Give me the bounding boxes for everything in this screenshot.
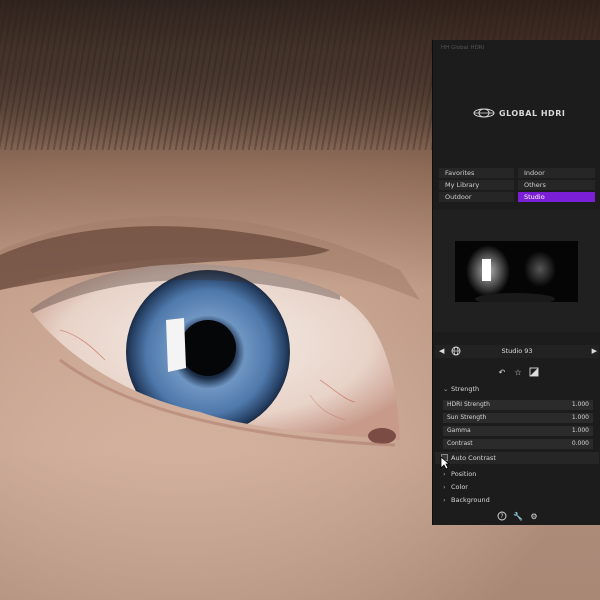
panel-title: HH Global HDRI bbox=[441, 45, 485, 51]
strength-label: Strength bbox=[451, 385, 480, 393]
color-label: Color bbox=[451, 483, 468, 491]
sun-strength-value: 1.000 bbox=[571, 414, 589, 421]
contrast-label: Contrast bbox=[447, 440, 473, 447]
auto-contrast-label: Auto Contrast bbox=[451, 454, 496, 462]
chevron-down-icon: ⌄ bbox=[443, 385, 449, 393]
globe-logo-icon bbox=[473, 108, 495, 118]
hdri-strength-value: 1.000 bbox=[571, 401, 589, 408]
category-outdoor[interactable]: Outdoor bbox=[439, 192, 514, 202]
strength-section-header[interactable]: ⌄ Strength bbox=[443, 383, 479, 395]
chevron-right-icon: › bbox=[443, 496, 446, 504]
hdri-preview-thumbnail[interactable] bbox=[455, 241, 578, 302]
svg-text:?: ? bbox=[500, 513, 503, 520]
background-section-header[interactable]: › Background bbox=[443, 494, 490, 506]
studio-preview-image bbox=[455, 241, 578, 302]
category-indoor[interactable]: Indoor bbox=[518, 168, 595, 178]
footer-icons: ? 🔧 ⚙ bbox=[493, 510, 543, 522]
hdri-nav-row: Studio 93 ◀ ▶ bbox=[435, 345, 599, 358]
color-section-header[interactable]: › Color bbox=[443, 481, 468, 493]
star-icon[interactable]: ☆ bbox=[513, 367, 523, 377]
global-hdri-logo: GLOBAL HDRI bbox=[473, 106, 573, 120]
background-label: Background bbox=[451, 496, 490, 504]
contrast-field[interactable]: Contrast 0.000 bbox=[443, 439, 593, 449]
triangle-right-icon[interactable]: ▶ bbox=[589, 347, 597, 356]
wrench-icon[interactable]: 🔧 bbox=[513, 511, 523, 521]
gear-icon[interactable]: ⚙ bbox=[529, 511, 539, 521]
globe-icon[interactable] bbox=[451, 346, 461, 356]
position-label: Position bbox=[451, 470, 477, 478]
hdri-strength-field[interactable]: HDRI Strength 1.000 bbox=[443, 400, 593, 410]
gamma-label: Gamma bbox=[447, 427, 471, 434]
global-hdri-panel: HH Global HDRI GLOBAL HDRI Favorites My … bbox=[432, 40, 600, 525]
category-favorites[interactable]: Favorites bbox=[439, 168, 514, 178]
gamma-value: 1.000 bbox=[571, 427, 589, 434]
contrast-value: 0.000 bbox=[571, 440, 589, 447]
gamma-field[interactable]: Gamma 1.000 bbox=[443, 426, 593, 436]
mouse-cursor-icon bbox=[440, 456, 450, 470]
sun-strength-field[interactable]: Sun Strength 1.000 bbox=[443, 413, 593, 423]
triangle-left-icon[interactable]: ◀ bbox=[439, 347, 447, 356]
logo-text: GLOBAL HDRI bbox=[499, 108, 566, 118]
chevron-right-icon: › bbox=[443, 483, 446, 491]
category-studio[interactable]: Studio bbox=[518, 192, 595, 202]
hdri-strength-label: HDRI Strength bbox=[447, 401, 490, 408]
image-icon[interactable] bbox=[529, 367, 539, 377]
category-my-library[interactable]: My Library bbox=[439, 180, 514, 190]
help-icon[interactable]: ? bbox=[497, 511, 507, 521]
auto-contrast-row[interactable]: Auto Contrast bbox=[435, 452, 599, 464]
action-row: ↶ ☆ bbox=[493, 366, 543, 378]
category-others[interactable]: Others bbox=[518, 180, 595, 190]
sun-strength-label: Sun Strength bbox=[447, 414, 487, 421]
undo-icon[interactable]: ↶ bbox=[497, 367, 507, 377]
